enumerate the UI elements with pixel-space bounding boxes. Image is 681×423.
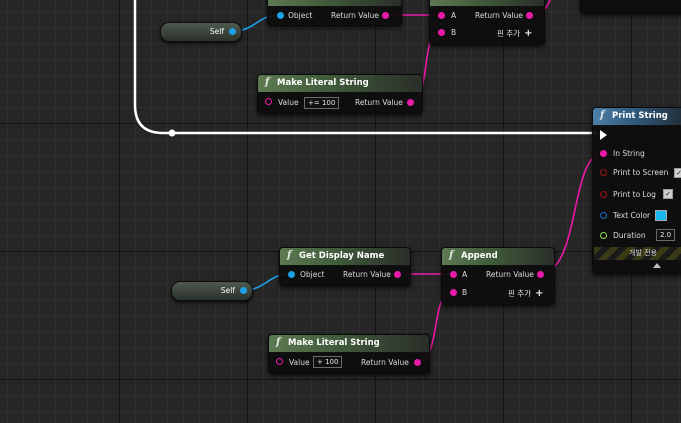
return-value-label: Return Value — [475, 11, 523, 20]
return-value-pin[interactable] — [537, 271, 544, 278]
a-input-pin[interactable] — [438, 12, 445, 19]
b-pin-label: B — [451, 28, 457, 37]
print-to-screen-pin[interactable] — [600, 169, 607, 176]
in-string-pin[interactable] — [600, 150, 607, 157]
function-icon: f — [265, 77, 270, 88]
return-value-pin[interactable] — [382, 12, 389, 19]
node-title: Make Literal String — [288, 338, 380, 348]
value-pin-label: Value — [278, 98, 299, 107]
function-icon: f — [600, 110, 605, 121]
top-make-literal-string-node[interactable]: f Make Literal String Value += 100 Retur… — [257, 74, 423, 114]
node-header: f Append — [442, 248, 554, 266]
in-string-label: In String — [613, 149, 645, 158]
b-pin-label: B — [462, 288, 468, 297]
function-icon: f — [449, 250, 454, 261]
bottom-make-literal-string-node[interactable]: f Make Literal String Value + 100 Return… — [268, 334, 430, 374]
function-icon: f — [287, 250, 292, 261]
node-header — [268, 0, 401, 7]
return-value-pin[interactable] — [414, 359, 421, 366]
print-to-screen-label: Print to Screen — [613, 168, 669, 177]
return-value-pin[interactable] — [394, 271, 401, 278]
print-to-log-pin[interactable] — [600, 191, 607, 198]
add-pin-label: 핀 추가 — [497, 29, 521, 38]
node-title: Get Display Name — [299, 251, 385, 261]
value-pin-label: Value — [289, 358, 310, 367]
top-get-display-name-node[interactable]: Object Return Value — [267, 0, 402, 26]
top-append-node[interactable]: A Return Value B 핀 추가 + — [429, 0, 545, 45]
offscreen-node-partial[interactable] — [580, 0, 681, 14]
text-color-swatch[interactable] — [655, 210, 667, 221]
development-only-label: 개발 전용 — [629, 249, 657, 257]
node-header — [430, 0, 544, 7]
a-pin-label: A — [451, 11, 457, 20]
duration-label: Duration — [613, 231, 646, 240]
self-label: Self — [209, 27, 224, 36]
self-output-pin[interactable] — [229, 28, 236, 35]
duration-pin[interactable] — [600, 232, 607, 239]
value-text-field[interactable]: + 100 — [313, 356, 343, 368]
b-input-pin[interactable] — [438, 29, 445, 36]
exec-wire-reroute-dot — [168, 129, 176, 137]
node-header: f Get Display Name — [280, 248, 410, 266]
a-pin-label: A — [462, 270, 468, 279]
value-input-pin[interactable] — [276, 358, 283, 365]
bottom-self-node[interactable]: Self — [171, 281, 253, 301]
text-color-label: Text Color — [613, 211, 651, 220]
node-title: Print String — [612, 111, 668, 121]
self-label: Self — [220, 286, 235, 295]
blueprint-graph-canvas[interactable]: Self Object Return Value A Return Value … — [0, 0, 681, 423]
a-input-pin[interactable] — [450, 271, 457, 278]
plus-icon: + — [535, 288, 544, 299]
development-only-bar: 개발 전용 — [594, 247, 681, 260]
return-value-label: Return Value — [331, 11, 379, 20]
plus-icon: + — [524, 28, 533, 39]
bottom-get-display-name-node[interactable]: f Get Display Name Object Return Value — [279, 247, 411, 286]
object-input-pin[interactable] — [288, 271, 295, 278]
node-title: Make Literal String — [277, 78, 369, 88]
duration-field[interactable]: 2.0 — [656, 229, 676, 241]
text-color-pin[interactable] — [600, 212, 607, 219]
return-value-pin[interactable] — [526, 12, 533, 19]
node-header: f Print String — [593, 108, 681, 126]
object-pin-label: Object — [300, 270, 325, 279]
return-value-pin[interactable] — [407, 99, 414, 106]
add-pin-label: 핀 추가 — [508, 289, 532, 298]
return-value-label: Return Value — [486, 270, 534, 279]
node-header: f Make Literal String — [258, 75, 422, 93]
advanced-display-toggle-icon[interactable] — [653, 263, 661, 268]
object-input-pin[interactable] — [277, 12, 284, 19]
exec-input-pin[interactable] — [600, 130, 607, 140]
return-value-label: Return Value — [355, 98, 403, 107]
function-icon: f — [276, 337, 281, 348]
node-header: f Make Literal String — [269, 335, 429, 353]
print-to-screen-checkbox[interactable]: ✓ — [674, 168, 681, 178]
print-string-node[interactable]: f Print String In String Print to Screen… — [592, 107, 681, 274]
object-pin-label: Object — [288, 11, 313, 20]
add-pin-button[interactable]: 핀 추가 + — [497, 28, 532, 39]
top-self-node[interactable]: Self — [160, 22, 242, 42]
self-output-pin[interactable] — [240, 287, 247, 294]
return-value-label: Return Value — [343, 270, 391, 279]
add-pin-button[interactable]: 핀 추가 + — [508, 288, 543, 299]
print-to-log-label: Print to Log — [613, 190, 656, 199]
b-input-pin[interactable] — [450, 289, 457, 296]
bottom-append-node[interactable]: f Append A Return Value B 핀 추가 + — [441, 247, 555, 305]
value-text-field[interactable]: += 100 — [304, 97, 340, 109]
print-to-log-checkbox[interactable]: ✓ — [663, 189, 673, 199]
return-value-label: Return Value — [361, 358, 409, 367]
node-title: Append — [461, 251, 498, 261]
value-input-pin[interactable] — [265, 98, 272, 105]
